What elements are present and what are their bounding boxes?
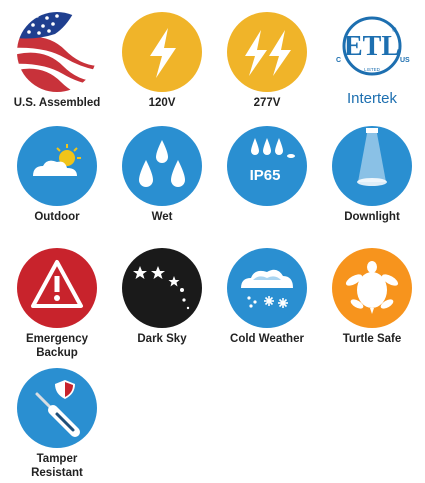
- us-flag-icon: [15, 10, 99, 94]
- ip65-drops-icon: IP65: [225, 124, 309, 208]
- double-lightning-bolt-icon: [225, 10, 309, 94]
- etl-letters: ETL: [344, 31, 400, 62]
- turtle-icon: [330, 246, 414, 330]
- badge-label-line2: Backup: [36, 347, 78, 359]
- badge-label: Downlight: [344, 211, 400, 223]
- badge-label: U.S. Assembled: [13, 97, 101, 109]
- downlight-beam-icon: [330, 124, 414, 208]
- snow-cloud-icon: [225, 246, 309, 330]
- badge-label: Dark Sky: [137, 333, 187, 345]
- badge-label: Turtle Safe: [342, 333, 402, 345]
- badge-label: Cold Weather: [230, 333, 304, 345]
- etl-c: C: [336, 57, 341, 64]
- etl-listed: LISTED: [364, 67, 381, 72]
- stars-icon: [120, 246, 204, 330]
- warning-triangle-icon: [15, 246, 99, 330]
- ip65-text: IP65: [250, 167, 281, 184]
- etl-listed-icon: ETL C US LISTED ®: [330, 10, 414, 94]
- badge-label: Tamper Resistant: [1, 452, 113, 480]
- badge-label: Wet: [151, 211, 173, 223]
- screwdriver-shield-icon: [15, 366, 99, 450]
- badge-label: Outdoor: [34, 211, 80, 223]
- badge-label: Emergency Backup: [1, 332, 113, 360]
- badge-label-line1: Emergency: [25, 333, 88, 345]
- badge-label: 277V: [253, 97, 281, 109]
- sun-cloud-icon: [15, 124, 99, 208]
- etl-us: US: [400, 57, 410, 64]
- badge-label-line2: Resistant: [31, 467, 83, 479]
- lightning-bolt-icon: [120, 10, 204, 94]
- badge-label: 120V: [148, 97, 176, 109]
- etl-registered: ®: [392, 27, 397, 34]
- water-drops-icon: [120, 124, 204, 208]
- badge-label: Intertek: [346, 90, 398, 107]
- badge-label-line1: Tamper: [36, 453, 78, 465]
